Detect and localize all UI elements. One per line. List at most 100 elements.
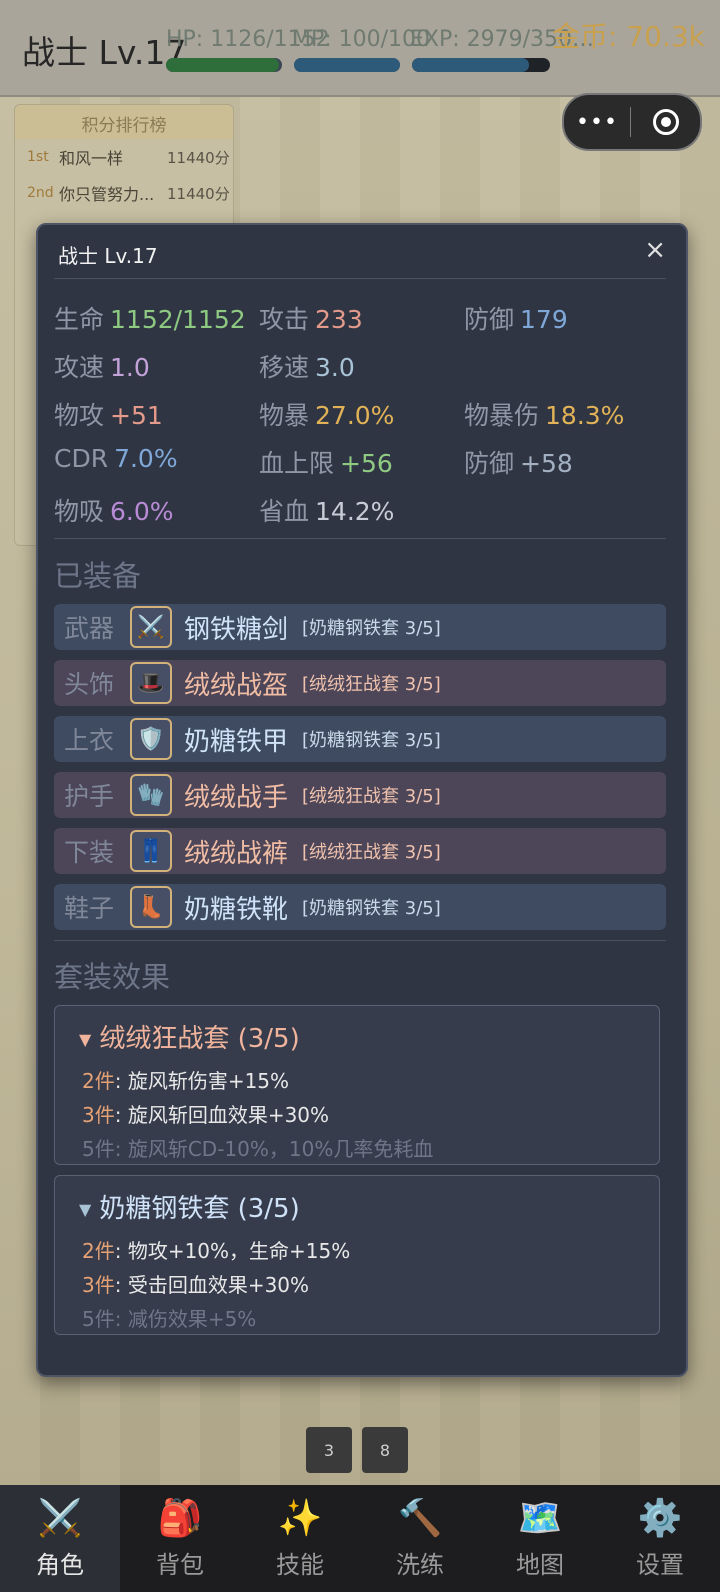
set-bonus-text: : 减伤效果+5% bbox=[114, 1307, 257, 1331]
bg-counter[interactable]: 8 bbox=[362, 1427, 408, 1473]
stat-cdr: CDR 7.0% bbox=[54, 444, 178, 473]
more-menu-icon[interactable]: ••• bbox=[564, 110, 630, 135]
equip-row-legs[interactable]: 下装 👖 绒绒战裤 [绒绒狂战套 3/5] bbox=[54, 828, 666, 874]
stat-label: 攻速 bbox=[54, 353, 105, 382]
close-icon[interactable]: × bbox=[644, 235, 666, 265]
stat-value: 233 bbox=[315, 305, 363, 334]
character-modal: 战士 Lv.17 × 生命 1152/1152 攻击 233 防御 179 攻速 1.0… bbox=[36, 223, 688, 1377]
stat-label: 物暴 bbox=[259, 401, 310, 430]
equip-row-hands[interactable]: 护手 🧤 绒绒战手 [绒绒狂战套 3/5] bbox=[54, 772, 666, 818]
rank-score: 11440分 bbox=[167, 148, 230, 167]
exp-bar bbox=[412, 58, 550, 72]
set-bonus-line: 3件: 旋风斩回血效果+30% bbox=[82, 1099, 329, 1128]
leaderboard-row: 2nd 你只管努力... 11440分 bbox=[15, 175, 233, 211]
target-icon[interactable] bbox=[631, 109, 700, 135]
boot-icon: 👢 bbox=[130, 886, 172, 928]
stat-hp: 生命 1152/1152 bbox=[54, 300, 246, 336]
rank-position: 1st bbox=[27, 149, 49, 165]
nav-label: 地图 bbox=[516, 1551, 564, 1579]
stat-label: 物暴伤 bbox=[464, 401, 540, 430]
stat-label: 防御 bbox=[464, 449, 515, 478]
set-bonus-key: 5件 bbox=[82, 1307, 115, 1331]
stat-value: 179 bbox=[520, 305, 568, 334]
equip-item-name: 奶糖铁靴 bbox=[184, 894, 289, 925]
stat-label: 物攻 bbox=[54, 401, 105, 430]
set-bonus-line-inactive: 5件: 减伤效果+5% bbox=[82, 1303, 256, 1332]
stat-max-hp-bonus: 血上限 +56 bbox=[259, 444, 393, 480]
nav-item-backpack[interactable]: 🎒 背包 bbox=[120, 1485, 240, 1592]
stat-defense-bonus: 防御 +58 bbox=[464, 444, 573, 480]
set-name: 绒绒狂战套 (3/5) bbox=[99, 1024, 300, 1054]
stat-lifesteal: 物吸 6.0% bbox=[54, 492, 174, 528]
nav-label: 角色 bbox=[36, 1551, 84, 1579]
rank-position: 2nd bbox=[27, 185, 54, 201]
hammer-icon: 🔨 bbox=[397, 1498, 443, 1539]
equip-item-name: 奶糖铁甲 bbox=[184, 726, 289, 757]
equip-item-set: [绒绒狂战套 3/5] bbox=[302, 842, 441, 863]
stat-label: 移速 bbox=[259, 353, 310, 382]
modal-title: 战士 Lv.17 bbox=[58, 244, 158, 268]
hp-bar bbox=[166, 58, 282, 72]
gear-icon: ⚙️ bbox=[637, 1498, 683, 1539]
gloves-icon: 🧤 bbox=[130, 774, 172, 816]
stat-label: 省血 bbox=[259, 497, 310, 526]
equip-row-weapon[interactable]: 武器 ⚔️ 钢铁糖剑 [奶糖钢铁套 3/5] bbox=[54, 604, 666, 650]
set-effect-box[interactable]: ▼ 绒绒狂战套 (3/5) 2件: 旋风斩伤害+15% 3件: 旋风斩回血效果+3… bbox=[54, 1005, 660, 1165]
stat-value: 14.2% bbox=[315, 497, 395, 526]
mp-bar-fill bbox=[294, 58, 400, 72]
stat-value: 18.3% bbox=[545, 401, 625, 430]
stat-label: 物吸 bbox=[54, 497, 105, 526]
divider bbox=[54, 278, 666, 279]
stat-label: 血上限 bbox=[259, 449, 335, 478]
divider bbox=[54, 940, 666, 941]
crossed-swords-icon: ⚔️ bbox=[130, 606, 172, 648]
nav-label: 设置 bbox=[636, 1551, 684, 1579]
set-effect-box[interactable]: ▼ 奶糖钢铁套 (3/5) 2件: 物攻+10%，生命+15% 3件: 受击回血效… bbox=[54, 1175, 660, 1335]
stat-label: CDR bbox=[54, 444, 109, 473]
rank-name: 和风一样 bbox=[59, 149, 124, 168]
equip-row-shoes[interactable]: 鞋子 👢 奶糖铁靴 [奶糖钢铁套 3/5] bbox=[54, 884, 666, 930]
nav-item-refine[interactable]: 🔨 洗练 bbox=[360, 1485, 480, 1592]
stat-attack: 攻击 233 bbox=[259, 300, 363, 336]
stat-label: 生命 bbox=[54, 305, 105, 334]
triangle-down-icon: ▼ bbox=[79, 1030, 92, 1049]
set-bonus-key: 5件 bbox=[82, 1137, 115, 1161]
stat-value: 1.0 bbox=[110, 353, 150, 382]
nav-label: 洗练 bbox=[396, 1551, 444, 1579]
mini-program-capsule[interactable]: ••• bbox=[562, 93, 702, 151]
set-effects-section-title: 套装效果 bbox=[54, 960, 171, 994]
set-bonus-text: : 旋风斩回血效果+30% bbox=[114, 1103, 330, 1127]
sparkles-icon: ✨ bbox=[277, 1498, 323, 1539]
nav-item-skills[interactable]: ✨ 技能 bbox=[240, 1485, 360, 1592]
rank-name: 你只管努力... bbox=[59, 185, 155, 204]
bg-counter[interactable]: 3 bbox=[306, 1427, 352, 1473]
leaderboard-row: 1st 和风一样 11440分 bbox=[15, 139, 233, 175]
crossed-swords-icon: ⚔️ bbox=[37, 1498, 83, 1539]
nav-item-settings[interactable]: ⚙️ 设置 bbox=[600, 1485, 720, 1592]
equip-item-set: [奶糖钢铁套 3/5] bbox=[302, 898, 441, 919]
equip-item-set: [绒绒狂战套 3/5] bbox=[302, 674, 441, 695]
stat-attack-speed: 攻速 1.0 bbox=[54, 348, 150, 384]
equip-row-head[interactable]: 头饰 🎩 绒绒战盔 [绒绒狂战套 3/5] bbox=[54, 660, 666, 706]
leaderboard-title: 积分排行榜 bbox=[15, 105, 233, 139]
top-hat-icon: 🎩 bbox=[130, 662, 172, 704]
stat-defense: 防御 179 bbox=[464, 300, 568, 336]
set-bonus-key: 3件 bbox=[82, 1273, 115, 1297]
set-bonus-text: : 旋风斩CD-10%，10%几率免耗血 bbox=[114, 1137, 434, 1161]
equip-row-body[interactable]: 上衣 🛡️ 奶糖铁甲 [奶糖钢铁套 3/5] bbox=[54, 716, 666, 762]
stat-value: +51 bbox=[110, 401, 163, 430]
stat-value: +56 bbox=[340, 449, 393, 478]
jeans-icon: 👖 bbox=[130, 830, 172, 872]
set-effect-header: ▼ 绒绒狂战套 (3/5) bbox=[79, 1018, 300, 1055]
nav-item-map[interactable]: 🗺️ 地图 bbox=[480, 1485, 600, 1592]
set-bonus-text: : 受击回血效果+30% bbox=[114, 1273, 310, 1297]
equip-item-set: [绒绒狂战套 3/5] bbox=[302, 786, 441, 807]
set-bonus-line-inactive: 5件: 旋风斩CD-10%，10%几率免耗血 bbox=[82, 1133, 433, 1162]
equip-slot-label: 头饰 bbox=[64, 670, 115, 699]
stat-value: +58 bbox=[520, 449, 573, 478]
nav-item-character[interactable]: ⚔️ 角色 bbox=[0, 1485, 120, 1592]
set-bonus-line: 2件: 旋风斩伤害+15% bbox=[82, 1065, 289, 1094]
stat-value: 3.0 bbox=[315, 353, 355, 382]
stat-value: 1152/1152 bbox=[110, 305, 246, 334]
stat-move-speed: 移速 3.0 bbox=[259, 348, 355, 384]
